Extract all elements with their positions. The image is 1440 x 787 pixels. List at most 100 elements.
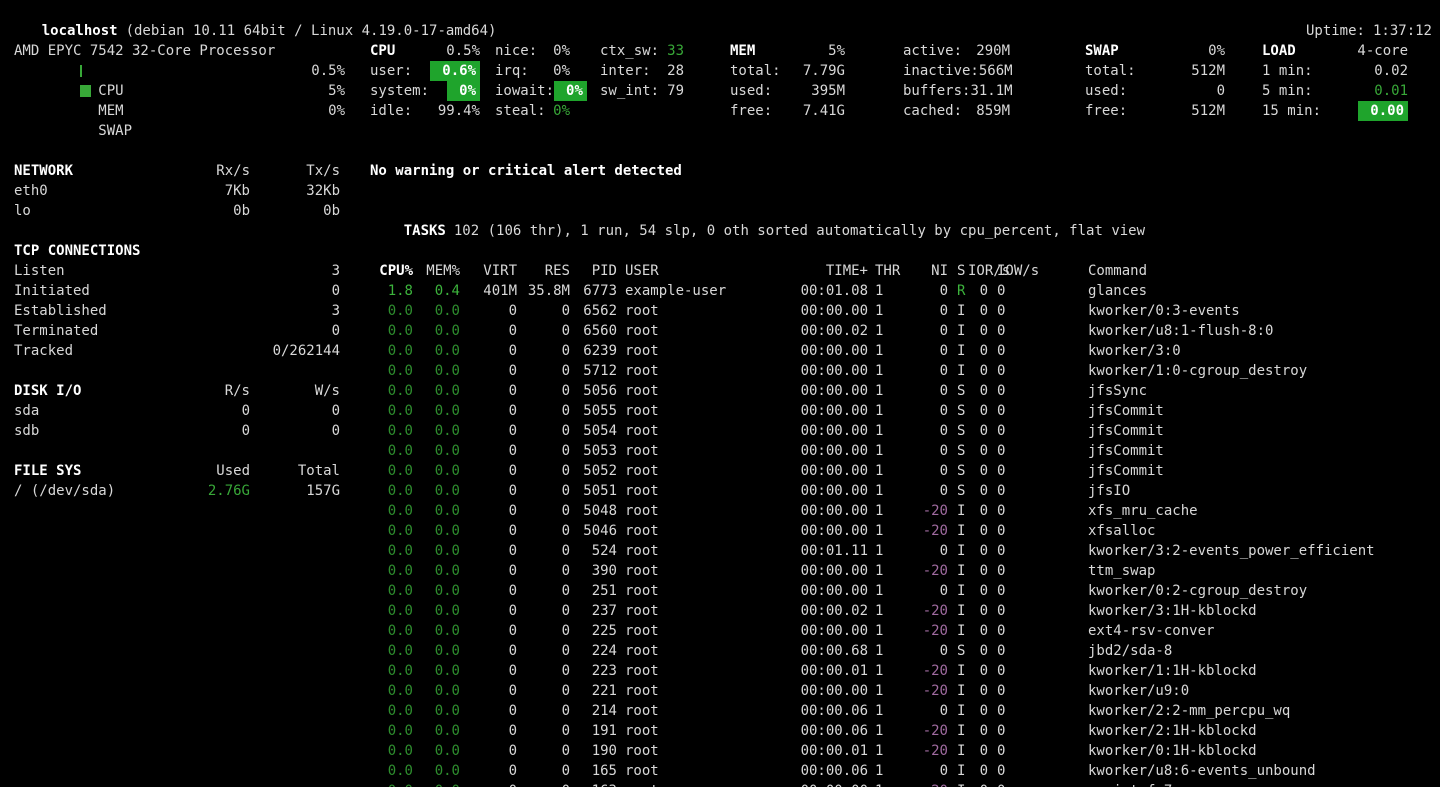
interface-rx: 0b bbox=[160, 201, 250, 221]
hostname: localhost bbox=[42, 23, 118, 39]
proc-cpu: 0.0 bbox=[370, 781, 413, 787]
proc-thr: 1 bbox=[875, 361, 901, 381]
mem-stat-row: inactive: 566M bbox=[903, 61, 1010, 81]
process-row: 0.0 0.0 0 0 190 root 00:00.01 1 -20 I 0 … bbox=[370, 741, 1440, 761]
swap-percent: 0% bbox=[1208, 41, 1225, 61]
network-panel: NETWORK Rx/s Tx/s eth0 7Kb 32Kb lo 0b 0b bbox=[14, 161, 340, 221]
process-row: 0.0 0.0 0 0 237 root 00:00.02 1 -20 I 0 … bbox=[370, 601, 1440, 621]
proc-mem: 0.0 bbox=[417, 301, 460, 321]
proc-user: root bbox=[625, 561, 745, 581]
proc-cpu: 0.0 bbox=[370, 321, 413, 341]
fs-title: FILE SYS bbox=[14, 461, 160, 481]
proc-thr: 1 bbox=[875, 581, 901, 601]
proc-mem: 0.0 bbox=[417, 761, 460, 781]
proc-thr: 1 bbox=[875, 321, 901, 341]
proc-res: 0 bbox=[521, 341, 570, 361]
proc-ni: 0 bbox=[910, 481, 948, 501]
proc-res: 0 bbox=[521, 461, 570, 481]
proc-pid: 5054 bbox=[574, 421, 617, 441]
col-header-command: Command bbox=[1088, 261, 1440, 281]
proc-virt: 0 bbox=[464, 641, 517, 661]
proc-user: root bbox=[625, 761, 745, 781]
proc-mem: 0.4 bbox=[417, 281, 460, 301]
proc-time: 00:00.00 bbox=[748, 401, 868, 421]
proc-mem: 0.0 bbox=[417, 621, 460, 641]
gauge-bar bbox=[80, 85, 305, 97]
proc-pid: 224 bbox=[574, 641, 617, 661]
stat-label: free: bbox=[730, 101, 772, 121]
stat-label: used: bbox=[1085, 81, 1127, 101]
process-row: 0.0 0.0 0 0 223 root 00:00.01 1 -20 I 0 … bbox=[370, 661, 1440, 681]
proc-ior: 0 bbox=[968, 721, 988, 741]
disk-panel: DISK I/O R/s W/s sda 0 0 sdb 0 0 bbox=[14, 381, 340, 441]
proc-pid: 5052 bbox=[574, 461, 617, 481]
tcp-stat-label: Listen bbox=[14, 261, 220, 281]
proc-thr: 1 bbox=[875, 781, 901, 787]
proc-res: 0 bbox=[521, 641, 570, 661]
proc-pid: 190 bbox=[574, 741, 617, 761]
mem-stat-row: used: 395M bbox=[730, 81, 845, 101]
proc-time: 00:00.00 bbox=[748, 621, 868, 641]
process-row: 0.0 0.0 0 0 224 root 00:00.68 1 0 S 0 0 … bbox=[370, 641, 1440, 661]
col-header-ni: NI bbox=[910, 261, 948, 281]
proc-ior: 0 bbox=[968, 601, 988, 621]
proc-thr: 1 bbox=[875, 701, 901, 721]
proc-ni: -20 bbox=[910, 501, 948, 521]
gauge-label: SWAP bbox=[98, 123, 132, 139]
stat-value: 0.6% bbox=[430, 61, 480, 81]
process-row: 0.0 0.0 0 0 524 root 00:01.11 1 0 I 0 0 … bbox=[370, 541, 1440, 561]
proc-command: ext4-rsv-conver bbox=[1088, 621, 1440, 641]
proc-virt: 0 bbox=[464, 741, 517, 761]
proc-mem: 0.0 bbox=[417, 661, 460, 681]
proc-command: kworker/1:0-cgroup_destroy bbox=[1088, 361, 1440, 381]
fs-row: / (/dev/sda) 2.76G 157G bbox=[14, 481, 340, 501]
proc-iow: 0 bbox=[997, 561, 1023, 581]
proc-cpu: 0.0 bbox=[370, 541, 413, 561]
proc-thr: 1 bbox=[875, 601, 901, 621]
proc-mem: 0.0 bbox=[417, 681, 460, 701]
proc-res: 0 bbox=[521, 401, 570, 421]
proc-ior: 0 bbox=[968, 301, 988, 321]
proc-iow: 0 bbox=[997, 581, 1023, 601]
proc-iow: 0 bbox=[997, 661, 1023, 681]
proc-iow: 0 bbox=[997, 401, 1023, 421]
proc-cpu: 0.0 bbox=[370, 621, 413, 641]
proc-ior: 0 bbox=[968, 561, 988, 581]
proc-ior: 0 bbox=[968, 661, 988, 681]
proc-command: kworker/u8:6-events_unbound bbox=[1088, 761, 1440, 781]
mem-stat-row: buffers: 31.1M bbox=[903, 81, 1010, 101]
proc-cpu: 0.0 bbox=[370, 661, 413, 681]
proc-ni: -20 bbox=[910, 561, 948, 581]
proc-res: 0 bbox=[521, 581, 570, 601]
proc-cpu: 0.0 bbox=[370, 341, 413, 361]
col-header-time: TIME+ bbox=[748, 261, 868, 281]
proc-command: jfsIO bbox=[1088, 481, 1440, 501]
process-table-header: CPU% MEM% VIRT RES PID USER TIME+ THR NI… bbox=[370, 261, 1440, 281]
tcp-stat-value: 3 bbox=[220, 261, 340, 281]
proc-mem: 0.0 bbox=[417, 641, 460, 661]
proc-virt: 0 bbox=[464, 701, 517, 721]
proc-command: jbd2/sda-8 bbox=[1088, 641, 1440, 661]
disk-write: 0 bbox=[250, 421, 340, 441]
proc-pid: 191 bbox=[574, 721, 617, 741]
proc-command: kworker/3:2-events_power_efficient bbox=[1088, 541, 1440, 561]
proc-res: 0 bbox=[521, 781, 570, 787]
mem-stat-row: cached: 859M bbox=[903, 101, 1010, 121]
process-row: 0.0 0.0 0 0 191 root 00:00.06 1 -20 I 0 … bbox=[370, 721, 1440, 741]
proc-iow: 0 bbox=[997, 421, 1023, 441]
proc-res: 0 bbox=[521, 561, 570, 581]
proc-cpu: 0.0 bbox=[370, 361, 413, 381]
process-row: 0.0 0.0 0 0 5052 root 00:00.00 1 0 S 0 0… bbox=[370, 461, 1440, 481]
stat-label: steal: bbox=[495, 101, 546, 121]
process-row: 0.0 0.0 0 0 221 root 00:00.00 1 -20 I 0 … bbox=[370, 681, 1440, 701]
proc-thr: 1 bbox=[875, 441, 901, 461]
cpu-stat-row: nice: 0% bbox=[495, 41, 570, 61]
col-header-res: RES bbox=[521, 261, 570, 281]
proc-ior: 0 bbox=[968, 621, 988, 641]
gauge-percent: 0.5% bbox=[311, 61, 345, 81]
proc-mem: 0.0 bbox=[417, 341, 460, 361]
stat-value: 31.1M bbox=[970, 81, 1012, 101]
interface-tx: 0b bbox=[250, 201, 340, 221]
terminal-screen[interactable]: localhost(debian 10.11 64bit / Linux 4.1… bbox=[0, 0, 1440, 787]
mem-panel-col1: MEM 5% total: 7.79G used: 395M free: 7.4… bbox=[730, 41, 845, 121]
